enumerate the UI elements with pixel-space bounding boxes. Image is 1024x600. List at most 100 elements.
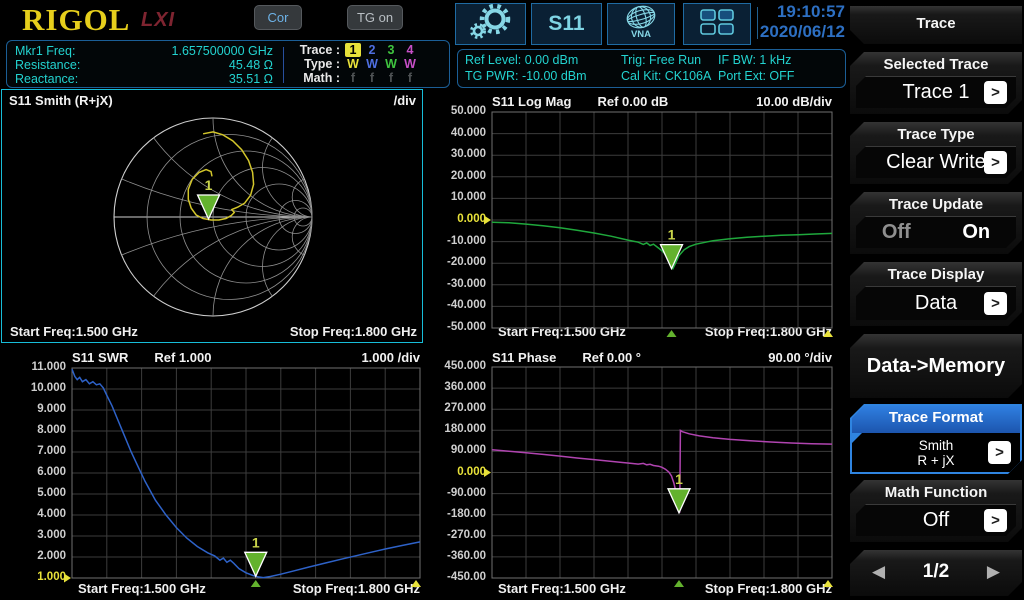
correction-status-badge[interactable]: Cor — [254, 5, 302, 30]
trace-update-on-option[interactable]: On — [962, 221, 990, 244]
marker-1-triangle[interactable] — [198, 195, 220, 219]
y-tick-label: 10.000 — [430, 191, 486, 205]
y-tick-label: 11.000 — [0, 361, 66, 375]
y-tick-label: 2.000 — [0, 550, 66, 564]
swr-plot: 1 — [72, 368, 420, 578]
trace-2-type: W — [364, 57, 380, 71]
marker-1-triangle[interactable] — [245, 552, 267, 576]
chevron-right-icon: > — [984, 151, 1007, 174]
trace-update-off-option[interactable]: Off — [882, 221, 911, 244]
cal-kit-value: Cal Kit: CK106A — [621, 69, 711, 83]
y-tick-label: 450.000 — [430, 360, 486, 374]
trace-2-indicator[interactable]: 2 — [364, 43, 380, 57]
trace-4-indicator[interactable]: 4 — [402, 43, 418, 57]
chevron-right-icon: > — [984, 81, 1007, 104]
ref-level-value: Ref Level: 0.00 dBm — [465, 53, 578, 67]
system-settings-button[interactable] — [455, 3, 526, 45]
smith-chart-quadrant[interactable]: S11 Smith (R+jX) /div 1 Start Freq:1.500… — [1, 89, 423, 343]
phase-chart-quadrant[interactable]: S11 Phase Ref 0.00 ° 90.00 °/div Start F… — [430, 345, 845, 600]
measurement-s11-button[interactable]: S11 — [531, 3, 602, 45]
vna-screen: RIGOL LXI Cor TG on S11 — [0, 0, 1024, 600]
y-tick-label: 3.000 — [0, 529, 66, 543]
trace-3-indicator[interactable]: 3 — [383, 43, 399, 57]
softkey-selected-trace[interactable]: Selected Trace Trace 1 > — [850, 52, 1022, 114]
vna-mode-button[interactable]: VNA — [607, 3, 675, 45]
phase-start-freq: Start Freq:1.500 GHz — [498, 581, 626, 596]
swr-chart-quadrant[interactable]: S11 SWR Ref 1.000 1.000 /div Start Freq:… — [0, 345, 428, 600]
resistance-label: Resistance: — [15, 58, 80, 72]
softkey-page-control[interactable]: ◀ 1/2 ▶ — [850, 550, 1022, 596]
chevron-right-icon: > — [984, 292, 1007, 315]
marker-position-tick-icon — [667, 330, 677, 337]
y-tick-label: -20.000 — [430, 256, 486, 270]
trigger-value: Trig: Free Run — [621, 53, 701, 67]
y-tick-label: 4.000 — [0, 508, 66, 522]
y-tick-label: -360.00 — [430, 550, 486, 564]
y-tick-label: 180.000 — [430, 423, 486, 437]
s11-button-label: S11 — [548, 12, 584, 36]
ref-level-arrow-icon — [484, 216, 491, 225]
page-next-arrow-icon[interactable]: ▶ — [987, 562, 1000, 582]
trace-3-math: f — [383, 71, 399, 85]
phase-chart-title: S11 Phase — [492, 350, 556, 365]
trace-4-type: W — [402, 57, 418, 71]
smith-start-freq: Start Freq:1.500 GHz — [10, 324, 138, 339]
y-tick-label: 30.000 — [430, 148, 486, 162]
y-tick-label: 90.000 — [430, 444, 486, 458]
marker-info-panel: Mkr1 Freq: 1.657500000 GHz Resistance: 4… — [6, 40, 450, 88]
reactance-label: Reactance: — [15, 72, 78, 86]
softkey-trace-update[interactable]: Trace Update Off On — [850, 192, 1022, 254]
swr-chart-title: S11 SWR — [72, 350, 128, 365]
marker-1-triangle[interactable] — [668, 489, 690, 513]
logmag-chart-title: S11 Log Mag — [492, 94, 571, 109]
swr-ref-label: Ref 1.000 — [154, 350, 211, 365]
tg-on-status-badge[interactable]: TG on — [347, 5, 403, 30]
y-tick-label: 0.000 — [430, 466, 486, 480]
time-value: 19:10:57 — [760, 2, 845, 22]
softkey-trace-type[interactable]: Trace Type Clear Write > — [850, 122, 1022, 184]
smith-trace — [188, 132, 253, 220]
mkr1-freq-label: Mkr1 Freq: — [15, 44, 75, 58]
logmag-scale-label: 10.00 dB/div — [756, 94, 832, 109]
softkey-trace-format[interactable]: Trace Format Smith R + jX > — [850, 404, 1022, 474]
lxi-logo: LXI — [141, 9, 175, 32]
marker-1-label: 1 — [205, 177, 213, 193]
softkey-math-function[interactable]: Math Function Off > — [850, 480, 1022, 542]
softkey-menu: Trace Selected Trace Trace 1 > Trace Typ… — [848, 0, 1024, 600]
chevron-right-icon: > — [984, 509, 1007, 532]
clock: 19:10:57 2020/06/12 — [760, 2, 845, 42]
softkey-data-to-memory[interactable]: Data->Memory — [850, 334, 1022, 398]
logmag-chart-quadrant[interactable]: S11 Log Mag Ref 0.00 dB 10.00 dB/div Sta… — [430, 89, 845, 345]
display-layout-button[interactable] — [683, 3, 751, 45]
vna-globe-icon: VNA — [619, 4, 663, 45]
y-tick-label: 9.000 — [0, 403, 66, 417]
swr-stop-freq: Stop Freq:1.800 GHz — [293, 581, 420, 596]
port-ext-value: Port Ext: OFF — [718, 69, 794, 83]
y-tick-label: 40.000 — [430, 127, 486, 141]
marker-position-tick-icon — [251, 580, 261, 587]
logmag-plot: 1 — [492, 112, 832, 328]
y-tick-label: 50.000 — [430, 105, 486, 119]
math-row-label: Math : — [290, 71, 340, 85]
tg-power-value: TG PWR: -10.00 dBm — [465, 69, 587, 83]
info-divider — [283, 47, 284, 83]
softkey-trace-display[interactable]: Trace Display Data > — [850, 262, 1022, 326]
mkr1-freq-value: 1.657500000 GHz — [172, 44, 273, 58]
y-tick-label: 360.000 — [430, 381, 486, 395]
trace-row-label: Trace : — [290, 43, 340, 57]
y-tick-label: 20.000 — [430, 170, 486, 184]
y-tick-label: -50.000 — [430, 321, 486, 335]
date-value: 2020/06/12 — [760, 22, 845, 42]
type-row-label: Type : — [290, 57, 340, 71]
if-bw-value: IF BW: 1 kHz — [718, 53, 791, 67]
logmag-ref-label: Ref 0.00 dB — [597, 94, 668, 109]
y-tick-label: 8.000 — [0, 424, 66, 438]
y-tick-label: 7.000 — [0, 445, 66, 459]
marker-1-label: 1 — [668, 227, 676, 243]
y-tick-label: -90.000 — [430, 487, 486, 501]
page-indicator: 1/2 — [923, 561, 949, 583]
menu-title-trace: Trace — [850, 6, 1022, 44]
trace-1-indicator[interactable]: 1 — [345, 43, 361, 57]
y-tick-label: 1.000 — [0, 571, 66, 585]
page-prev-arrow-icon[interactable]: ◀ — [872, 562, 885, 582]
